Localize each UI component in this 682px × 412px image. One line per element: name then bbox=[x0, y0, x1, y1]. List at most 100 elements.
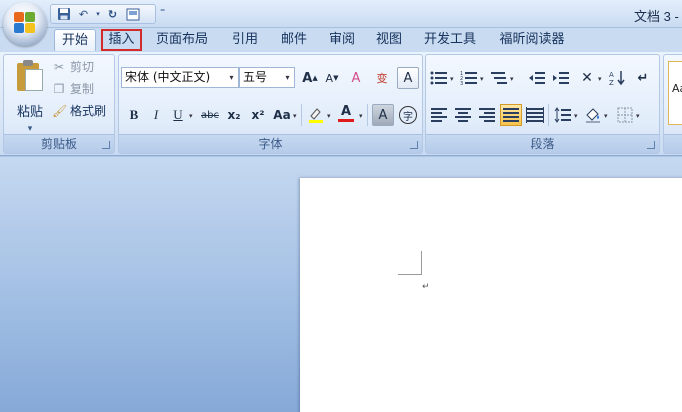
chinese-layout-button[interactable]: ✕ bbox=[576, 67, 598, 89]
print-preview-icon[interactable] bbox=[124, 6, 141, 22]
office-button[interactable] bbox=[3, 2, 47, 46]
highlight-dropdown-icon[interactable]: ▾ bbox=[327, 112, 331, 120]
bullets-dropdown-icon[interactable]: ▾ bbox=[450, 75, 454, 83]
increase-indent-button[interactable] bbox=[550, 67, 572, 89]
format-painter-label: 格式刷 bbox=[70, 104, 107, 118]
strikethrough-button[interactable]: abc bbox=[199, 104, 221, 126]
shading-button[interactable] bbox=[582, 104, 604, 126]
svg-text:A: A bbox=[609, 71, 614, 79]
font-name-value: 宋体 (中文正文) bbox=[125, 70, 211, 84]
numbering-dropdown-icon[interactable]: ▾ bbox=[480, 75, 484, 83]
paste-dropdown-icon[interactable]: ▾ bbox=[10, 124, 50, 134]
line-spacing-dropdown-icon[interactable]: ▾ bbox=[574, 112, 578, 120]
document-workspace: ↵ bbox=[0, 157, 682, 412]
undo-icon[interactable]: ↶ bbox=[75, 6, 92, 22]
bold-icon: B bbox=[129, 107, 139, 122]
paste-label: 粘贴 bbox=[16, 105, 43, 120]
font-color-dropdown-icon[interactable]: ▾ bbox=[359, 112, 363, 120]
borders-dropdown-icon[interactable]: ▾ bbox=[636, 112, 640, 120]
grow-font-button[interactable]: A ▲ bbox=[299, 67, 321, 89]
shading-dropdown-icon[interactable]: ▾ bbox=[604, 112, 608, 120]
change-case-button[interactable]: Aa bbox=[271, 104, 293, 126]
tab-developer[interactable]: 开发工具 bbox=[418, 29, 482, 51]
font-name-combo[interactable]: 宋体 (中文正文) ▾ bbox=[121, 67, 239, 88]
font-name-dropdown-icon[interactable]: ▾ bbox=[226, 68, 237, 87]
italic-button[interactable]: I bbox=[145, 104, 167, 126]
show-formatting-marks-button[interactable]: ↵ bbox=[632, 67, 654, 89]
paragraph-dialog-launcher-icon[interactable] bbox=[647, 141, 655, 149]
character-shading-icon: A bbox=[378, 107, 388, 123]
customize-qat-button[interactable]: ⁼ bbox=[160, 7, 165, 18]
save-icon[interactable] bbox=[55, 6, 72, 22]
increase-indent-icon bbox=[553, 72, 569, 84]
undo-dropdown-icon[interactable]: ▾ bbox=[95, 6, 101, 22]
tab-review[interactable]: 审阅 bbox=[320, 29, 364, 51]
subscript-button[interactable]: x₂ bbox=[223, 104, 245, 126]
align-right-button[interactable] bbox=[476, 104, 498, 126]
format-painter-button[interactable]: 🖌 格式刷 bbox=[52, 102, 106, 120]
cut-button[interactable]: ✂ 剪切 bbox=[52, 58, 94, 76]
phonetic-guide-button[interactable]: 变 bbox=[371, 67, 393, 89]
clipboard-dialog-launcher-icon[interactable] bbox=[102, 141, 110, 149]
font-size-dropdown-icon[interactable]: ▾ bbox=[282, 68, 293, 87]
tab-insert[interactable]: 插入 bbox=[101, 29, 142, 51]
tab-foxit-reader[interactable]: 福昕阅读器 bbox=[491, 29, 573, 51]
highlight-button[interactable] bbox=[305, 104, 327, 126]
paste-clipboard-icon bbox=[15, 59, 45, 93]
tab-view[interactable]: 视图 bbox=[367, 29, 411, 51]
decrease-indent-button[interactable] bbox=[526, 67, 548, 89]
line-spacing-button[interactable] bbox=[552, 104, 574, 126]
multilevel-list-button[interactable] bbox=[488, 67, 510, 89]
multilevel-list-dropdown-icon[interactable]: ▾ bbox=[510, 75, 514, 83]
character-border-button[interactable]: A bbox=[397, 67, 419, 89]
copy-button[interactable]: ❐ 复制 bbox=[52, 80, 94, 98]
tab-references[interactable]: 引用 bbox=[223, 29, 267, 51]
character-border-icon: A bbox=[403, 70, 413, 86]
clear-formatting-button[interactable]: A bbox=[345, 67, 367, 89]
office-logo-icon bbox=[14, 12, 36, 34]
align-left-button[interactable] bbox=[428, 104, 450, 126]
borders-button[interactable] bbox=[614, 104, 636, 126]
numbering-button[interactable]: 123 bbox=[458, 67, 480, 89]
margin-crop-mark bbox=[398, 251, 422, 275]
line-spacing-icon bbox=[554, 107, 571, 123]
ribbon: 粘贴 ▾ ✂ 剪切 ❐ 复制 🖌 格式刷 剪贴板 宋体 (中文正文) ▾ 五号 … bbox=[0, 52, 682, 156]
justify-button[interactable] bbox=[500, 104, 522, 126]
superscript-button[interactable]: x² bbox=[247, 104, 269, 126]
font-dialog-launcher-icon[interactable] bbox=[410, 141, 418, 149]
sort-icon: AZ bbox=[609, 71, 625, 87]
document-page[interactable]: ↵ bbox=[300, 178, 682, 412]
font-size-combo[interactable]: 五号 ▾ bbox=[239, 67, 295, 88]
character-shading-button[interactable]: A bbox=[372, 104, 394, 126]
bold-button[interactable]: B bbox=[123, 104, 145, 126]
paint-bucket-icon bbox=[586, 108, 600, 123]
shrink-font-button[interactable]: A ▼ bbox=[321, 67, 343, 89]
document-title: 文档 3 - bbox=[634, 9, 679, 24]
enclose-characters-button[interactable]: 字 bbox=[397, 104, 419, 126]
underline-button[interactable]: U bbox=[167, 104, 189, 126]
tab-home[interactable]: 开始 bbox=[54, 29, 96, 51]
paste-button[interactable]: 粘贴 ▾ bbox=[10, 59, 50, 134]
distributed-button[interactable] bbox=[524, 104, 546, 126]
clipboard-group: 粘贴 ▾ ✂ 剪切 ❐ 复制 🖌 格式刷 剪贴板 bbox=[3, 54, 115, 154]
phonetic-guide-icon: 变 bbox=[376, 72, 388, 85]
tab-mailings[interactable]: 邮件 bbox=[272, 29, 316, 51]
paintbrush-icon: 🖌 bbox=[52, 104, 68, 118]
paragraph-mark-icon: ↵ bbox=[422, 282, 430, 292]
redo-icon[interactable]: ↻ bbox=[104, 6, 121, 22]
underline-dropdown-icon[interactable]: ▾ bbox=[189, 112, 193, 120]
style-gallery-item[interactable]: Aa bbox=[668, 61, 682, 125]
style-preview-text: Aa bbox=[672, 82, 682, 95]
font-color-button[interactable]: A bbox=[335, 102, 357, 124]
title-bar: ↶ ▾ ↻ ⁼ 文档 3 - bbox=[0, 0, 682, 28]
align-center-button[interactable] bbox=[452, 104, 474, 126]
borders-icon bbox=[617, 107, 633, 123]
change-case-dropdown-icon[interactable]: ▾ bbox=[293, 112, 297, 120]
strikethrough-icon: abc bbox=[201, 109, 219, 121]
italic-icon: I bbox=[153, 107, 159, 122]
font-color-icon: A bbox=[340, 103, 352, 119]
bullets-button[interactable] bbox=[428, 67, 450, 89]
chinese-layout-dropdown-icon[interactable]: ▾ bbox=[598, 75, 602, 83]
sort-button[interactable]: AZ bbox=[606, 67, 628, 89]
tab-page-layout[interactable]: 页面布局 bbox=[150, 29, 214, 51]
